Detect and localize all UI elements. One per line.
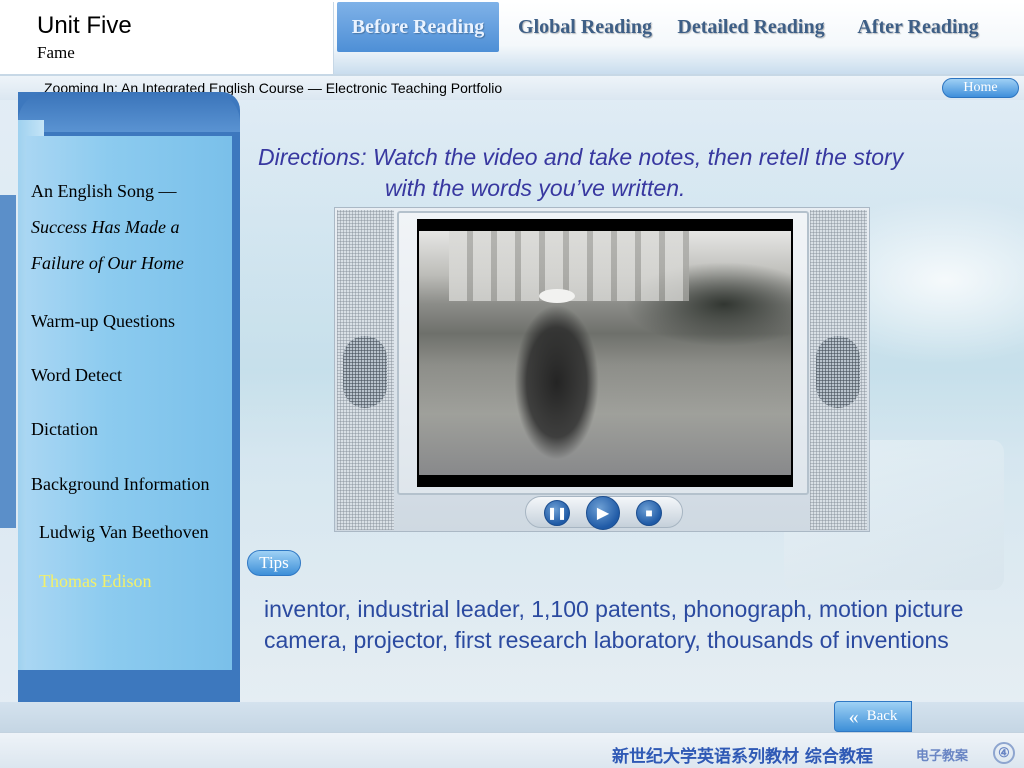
playback-controls: ❚❚ ▶ ■	[525, 496, 683, 530]
page-number: ④	[993, 742, 1015, 764]
sidebar-item-dictation[interactable]: Dictation	[31, 419, 98, 440]
play-icon: ▶	[596, 505, 610, 522]
directions-line-1: Directions: Watch the video and take not…	[258, 144, 904, 170]
play-button[interactable]: ▶	[586, 496, 620, 530]
stop-button[interactable]: ■	[636, 500, 662, 526]
sidebar-item-edison[interactable]: Thomas Edison	[39, 571, 152, 592]
back-button[interactable]: « Back	[834, 701, 912, 732]
pause-icon: ❚❚	[546, 506, 568, 520]
portfolio-text: 电子教案	[916, 749, 969, 764]
tab-after-reading[interactable]: After Reading	[846, 2, 990, 52]
sidebar-edge	[0, 195, 16, 528]
sidebar-item-beethoven[interactable]: Ludwig Van Beethoven	[39, 522, 209, 543]
tips-text: inventor, industrial leader, 1,100 paten…	[264, 596, 964, 653]
right-speaker-grille	[816, 336, 860, 408]
sidebar-item-english-song[interactable]: An English Song —	[31, 181, 177, 202]
video-figure-hat	[539, 289, 575, 303]
section-tabs: Before Reading Global Reading Detailed R…	[333, 2, 1024, 74]
video-player: ❚❚ ▶ ■	[334, 207, 870, 532]
directions: Directions: Watch the video and take not…	[258, 142, 998, 204]
stop-icon: ■	[645, 506, 653, 520]
header: Unit Five Fame Before Reading Global Rea…	[0, 0, 1024, 76]
back-label: Back	[866, 708, 898, 724]
tab-detailed-reading[interactable]: Detailed Reading	[670, 2, 832, 52]
video-frame	[419, 231, 791, 475]
double-chevron-left-icon: «	[848, 705, 859, 728]
directions-line-2: with the words you’ve written.	[385, 175, 686, 201]
sidebar-item-background-info[interactable]: Background Information	[31, 474, 209, 495]
right-speaker	[810, 210, 867, 530]
tab-before-reading[interactable]: Before Reading	[337, 2, 499, 52]
tips-button[interactable]: Tips	[247, 550, 301, 576]
pause-button[interactable]: ❚❚	[544, 500, 570, 526]
home-button[interactable]: Home	[942, 78, 1019, 98]
left-speaker-grille	[343, 336, 387, 408]
left-speaker	[337, 210, 394, 530]
sidebar-item-word-detect[interactable]: Word Detect	[31, 365, 122, 386]
screen-bezel	[397, 211, 809, 495]
sidebar-item-song-title-2[interactable]: Failure of Our Home	[31, 253, 184, 274]
sidebar-item-song-title-1[interactable]: Success Has Made a	[31, 217, 179, 238]
video-screen[interactable]	[417, 219, 793, 487]
unit-subtitle: Fame	[37, 43, 75, 62]
sidebar-item-warm-up[interactable]: Warm-up Questions	[31, 311, 175, 332]
publisher-text: 新世纪大学英语系列教材 综合教程	[612, 747, 873, 767]
tab-global-reading[interactable]: Global Reading	[512, 2, 658, 52]
unit-title: Unit Five	[37, 12, 132, 39]
